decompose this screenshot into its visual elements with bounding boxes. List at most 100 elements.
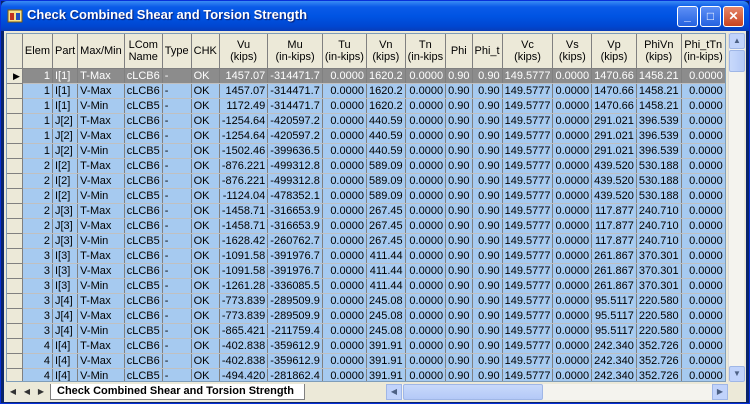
table-cell[interactable]: 0.0000	[552, 293, 593, 309]
table-cell[interactable]: cLCB5	[124, 188, 163, 204]
table-cell[interactable]: 0.0000	[322, 158, 367, 174]
table-cell[interactable]: T-Max	[77, 113, 125, 129]
column-header[interactable]: Vc (kips)	[502, 34, 554, 69]
table-cell[interactable]: 0.0000	[552, 98, 593, 114]
table-cell[interactable]: 396.539	[636, 128, 682, 144]
table-cell[interactable]: cLCB6	[124, 113, 163, 129]
table-cell[interactable]: 0.90	[445, 248, 473, 264]
table-cell[interactable]: OK	[191, 293, 220, 309]
table-cell[interactable]: 0.0000	[681, 218, 725, 234]
table-cell[interactable]: 3	[22, 323, 53, 339]
table-cell[interactable]: 0.0000	[681, 293, 725, 309]
table-cell[interactable]: V-Min	[77, 368, 125, 381]
table-cell[interactable]: -289509.9	[267, 308, 323, 324]
table-cell[interactable]: 267.45	[366, 233, 406, 249]
table-cell[interactable]: 0.0000	[405, 293, 447, 309]
table-cell[interactable]: 0.0000	[322, 218, 367, 234]
table-cell[interactable]: J[2]	[52, 143, 79, 159]
table-cell[interactable]: 149.5777	[502, 323, 554, 339]
table-cell[interactable]: -	[162, 368, 192, 381]
table-cell[interactable]: 0.0000	[322, 68, 367, 84]
vertical-scrollbar[interactable]: ▲ ▼	[728, 33, 745, 382]
corner-header[interactable]	[7, 34, 23, 69]
table-cell[interactable]: -773.839	[219, 293, 269, 309]
table-cell[interactable]: OK	[191, 218, 220, 234]
table-cell[interactable]: 0.0000	[552, 188, 593, 204]
table-cell[interactable]: 0.90	[445, 143, 473, 159]
table-cell[interactable]: OK	[191, 353, 220, 369]
table-cell[interactable]: 0.0000	[681, 368, 725, 381]
table-cell[interactable]: 391.91	[366, 338, 406, 354]
table-cell[interactable]: -494.420	[219, 368, 269, 381]
table-cell[interactable]: T-Max	[77, 158, 125, 174]
table-cell[interactable]: 0.90	[472, 338, 503, 354]
table-row[interactable]: 2 I[2] T-Max cLCB6- OK -876.221 -499312.8 0.000…	[7, 158, 725, 174]
table-cell[interactable]: 530.188	[636, 158, 682, 174]
table-cell[interactable]: -1458.71	[219, 203, 269, 219]
table-cell[interactable]: 242.340	[591, 353, 637, 369]
table-cell[interactable]: 391.91	[366, 368, 406, 381]
row-header[interactable]	[7, 128, 23, 144]
row-header[interactable]	[7, 263, 23, 279]
table-cell[interactable]: 0.90	[445, 128, 473, 144]
table-cell[interactable]: -420597.2	[267, 128, 323, 144]
table-cell[interactable]: 149.5777	[502, 263, 554, 279]
table-cell[interactable]: -391976.7	[267, 263, 323, 279]
table-cell[interactable]: 1620.2	[366, 98, 406, 114]
table-cell[interactable]: 149.5777	[502, 338, 554, 354]
table-row[interactable]: 4 I[4] V-Min cLCB5- OK -494.420 -281862.4 0.000…	[7, 368, 725, 381]
table-cell[interactable]: 0.90	[472, 293, 503, 309]
table-cell[interactable]: I[4]	[52, 353, 79, 369]
minimize-button[interactable]: _	[677, 6, 698, 27]
table-cell[interactable]: 0.0000	[322, 263, 367, 279]
table-cell[interactable]: 0.0000	[552, 233, 593, 249]
table-cell[interactable]: 149.5777	[502, 188, 554, 204]
table-cell[interactable]: 0.0000	[405, 278, 447, 294]
table-cell[interactable]: cLCB6	[124, 173, 163, 189]
table-cell[interactable]: 0.0000	[681, 248, 725, 264]
table-cell[interactable]: -	[162, 68, 192, 84]
table-cell[interactable]: 149.5777	[502, 158, 554, 174]
table-row[interactable]: 2 I[2] V-Min cLCB5- OK -1124.04 -478352.1 0.000…	[7, 188, 725, 204]
table-cell[interactable]: V-Min	[77, 143, 125, 159]
table-cell[interactable]: 0.90	[472, 203, 503, 219]
table-cell[interactable]: 240.710	[636, 233, 682, 249]
table-cell[interactable]: 0.0000	[322, 278, 367, 294]
column-header[interactable]: Tn (in-kips	[405, 34, 447, 69]
table-cell[interactable]: -	[162, 308, 192, 324]
table-cell[interactable]: 0.0000	[552, 323, 593, 339]
table-cell[interactable]: -	[162, 353, 192, 369]
table-cell[interactable]: -211759.4	[267, 323, 323, 339]
table-cell[interactable]: 149.5777	[502, 83, 554, 99]
table-cell[interactable]: 0.90	[472, 128, 503, 144]
table-cell[interactable]: 0.0000	[552, 173, 593, 189]
table-cell[interactable]: OK	[191, 323, 220, 339]
table-cell[interactable]: 0.0000	[681, 338, 725, 354]
table-cell[interactable]: 0.0000	[322, 143, 367, 159]
row-header[interactable]	[7, 323, 23, 339]
table-cell[interactable]: 0.0000	[322, 338, 367, 354]
maximize-button[interactable]: □	[700, 6, 721, 27]
table-cell[interactable]: OK	[191, 143, 220, 159]
table-row[interactable]: 4 I[4] T-Max cLCB6- OK -402.838 -359612.9 0.000…	[7, 338, 725, 354]
table-cell[interactable]: cLCB6	[124, 218, 163, 234]
table-cell[interactable]: 1458.21	[636, 98, 682, 114]
table-cell[interactable]: 1	[22, 98, 53, 114]
table-cell[interactable]: 0.0000	[681, 278, 725, 294]
table-cell[interactable]: 370.301	[636, 248, 682, 264]
row-header[interactable]	[7, 293, 23, 309]
column-header[interactable]: Type	[162, 34, 192, 69]
table-cell[interactable]: 0.0000	[552, 338, 593, 354]
table-cell[interactable]: -499312.8	[267, 158, 323, 174]
table-cell[interactable]: -336085.5	[267, 278, 323, 294]
row-header[interactable]	[7, 233, 23, 249]
table-cell[interactable]: -1091.58	[219, 263, 269, 279]
table-cell[interactable]: 3	[22, 308, 53, 324]
table-cell[interactable]: -	[162, 233, 192, 249]
table-cell[interactable]: 4	[22, 353, 53, 369]
table-row[interactable]: 1 J[2] V-Min cLCB5- OK -1502.46 -399636.5 0.000…	[7, 143, 725, 159]
table-row[interactable]: 1 I[1] V-Min cLCB5- OK 1172.49 -314471.7 0.0000…	[7, 98, 725, 114]
table-cell[interactable]: 242.340	[591, 368, 637, 381]
table-cell[interactable]: 1470.66	[591, 83, 637, 99]
table-cell[interactable]: 0.0000	[405, 233, 447, 249]
